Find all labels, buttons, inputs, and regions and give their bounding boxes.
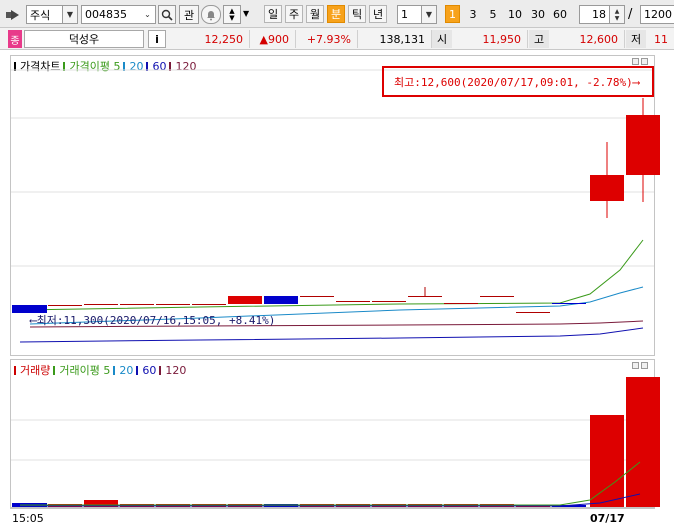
x-axis-date-label: 07/17 (590, 512, 625, 525)
candlestick-series (12, 98, 660, 313)
max-price-label: 최고:12,600(2020/07/17,09:01, -2.78%)⟶ (394, 75, 640, 89)
candle-body (480, 296, 514, 297)
volume-bar (590, 415, 624, 507)
volume-bars (12, 377, 660, 507)
min-price-label: ⟵최저:11,300(2020/07/16,15:05, +8.41%) (30, 314, 276, 327)
candle-body (84, 304, 118, 305)
chart-grid (11, 69, 654, 461)
candle-body (552, 303, 586, 304)
x-axis-start-label: 15:05 (12, 512, 44, 525)
volume-bar (626, 377, 660, 507)
candle-body (192, 304, 226, 305)
ma5-line (19, 239, 644, 311)
x-axis (10, 508, 655, 529)
candle-body (516, 312, 550, 313)
candle-body (48, 305, 82, 306)
candle-body (120, 304, 154, 305)
candle-body (408, 296, 442, 297)
ma60-line (19, 327, 644, 343)
candle-body (264, 296, 298, 304)
candle-body (590, 175, 624, 201)
max-price-callout: 최고:12,600(2020/07/17,09:01, -2.78%)⟶ (382, 66, 654, 97)
vol-ma5-line (20, 461, 641, 506)
candle-body (372, 301, 406, 302)
candle-body (300, 296, 334, 297)
candle-body (444, 303, 478, 304)
candle-body (336, 301, 370, 302)
candle-body (626, 115, 660, 175)
candle-body (228, 296, 262, 304)
candle-body (156, 304, 190, 305)
